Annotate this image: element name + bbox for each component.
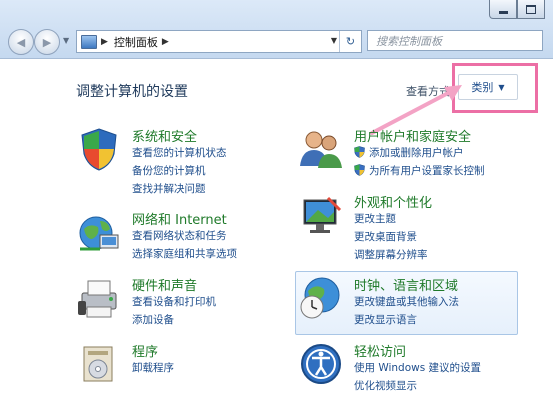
users-icon: [300, 131, 342, 168]
link-parental-controls[interactable]: 为所有用户设置家长控制: [354, 163, 485, 178]
control-panel-window: ◀ ▶ ▼ ▶ 控制面板 ▶ ▼ ↻ 搜索控制面板 调整计算机的设置 查看方式：…: [0, 0, 553, 412]
link-homegroup-sharing[interactable]: 选择家庭组和共享选项: [132, 246, 237, 261]
link-troubleshoot[interactable]: 查找并解决问题: [132, 181, 206, 196]
link-devices-printers[interactable]: 查看设备和打印机: [132, 294, 216, 309]
link-change-theme[interactable]: 更改主题: [354, 211, 396, 226]
content-pane: 调整计算机的设置 查看方式： 类别 ▼ 系统和安全 查看您的计算机状态 备份您的计…: [0, 58, 553, 412]
link-label: 添加或删除用户帐户: [369, 147, 464, 159]
link-network-status[interactable]: 查看网络状态和任务: [132, 228, 227, 243]
network-globe-icon: [79, 216, 119, 251]
caption-buttons: [489, 0, 545, 20]
refresh-icon: ↻: [345, 35, 356, 48]
link-backup-computer[interactable]: 备份您的计算机: [132, 163, 206, 178]
address-bar-row: ◀ ▶ ▼ ▶ 控制面板 ▶ ▼ ↻ 搜索控制面板: [0, 26, 553, 58]
address-dropdown-icon[interactable]: ▼: [331, 36, 337, 45]
link-change-display-language[interactable]: 更改显示语言: [354, 312, 417, 327]
dropdown-caret-icon: ▼: [498, 82, 505, 92]
view-by-value: 类别: [471, 81, 494, 94]
uac-shield-icon: [354, 146, 365, 158]
recent-pages-dropdown-icon[interactable]: ▼: [63, 36, 69, 45]
control-panel-icon: [81, 34, 97, 49]
maximize-button[interactable]: [517, 0, 545, 19]
breadcrumb-separator-icon[interactable]: ▶: [101, 37, 108, 47]
programs-icon: [83, 346, 113, 382]
category-title[interactable]: 轻松访问: [354, 341, 406, 360]
breadcrumb-separator-icon[interactable]: ▶: [162, 37, 169, 47]
printer-icon: [78, 280, 117, 318]
address-field[interactable]: ▶ 控制面板 ▶ ▼ ↻: [76, 30, 362, 53]
minimize-icon: [498, 10, 508, 14]
appearance-icon: [303, 196, 342, 233]
back-button[interactable]: ◀: [8, 29, 34, 55]
link-uninstall-program[interactable]: 卸载程序: [132, 360, 174, 375]
shield-icon: [81, 128, 117, 171]
link-change-background[interactable]: 更改桌面背景: [354, 229, 417, 244]
clock-globe-icon: [300, 277, 340, 319]
category-title[interactable]: 用户帐户和家庭安全: [354, 126, 471, 145]
view-by-dropdown[interactable]: 类别 ▼: [458, 74, 518, 100]
search-input[interactable]: 搜索控制面板: [367, 30, 543, 51]
uac-shield-icon: [354, 164, 365, 176]
link-view-computer-status[interactable]: 查看您的计算机状态: [132, 145, 227, 160]
category-title[interactable]: 时钟、语言和区域: [354, 275, 458, 294]
forward-arrow-icon: ▶: [42, 35, 52, 49]
link-change-input-method[interactable]: 更改键盘或其他输入法: [354, 294, 459, 309]
forward-button[interactable]: ▶: [34, 29, 60, 55]
category-title[interactable]: 外观和个性化: [354, 192, 432, 211]
refresh-button[interactable]: ↻: [339, 31, 361, 52]
ease-of-access-icon: [301, 344, 341, 384]
category-title[interactable]: 程序: [132, 341, 158, 360]
breadcrumb-control-panel[interactable]: 控制面板: [114, 34, 158, 50]
link-label: 为所有用户设置家长控制: [369, 165, 485, 177]
view-by-label: 查看方式：: [406, 85, 461, 98]
category-title[interactable]: 网络和 Internet: [132, 209, 227, 228]
page-title: 调整计算机的设置: [76, 84, 188, 100]
link-add-device[interactable]: 添加设备: [132, 312, 174, 327]
minimize-button[interactable]: [489, 0, 517, 19]
category-title[interactable]: 硬件和声音: [132, 275, 197, 294]
link-windows-suggested-settings[interactable]: 使用 Windows 建议的设置: [354, 360, 481, 375]
category-title[interactable]: 系统和安全: [132, 126, 197, 145]
back-arrow-icon: ◀: [16, 35, 26, 49]
link-optimize-visual-display[interactable]: 优化视频显示: [354, 378, 417, 393]
link-add-remove-accounts[interactable]: 添加或删除用户帐户: [354, 145, 464, 160]
link-screen-resolution[interactable]: 调整屏幕分辨率: [354, 247, 428, 262]
maximize-icon: [526, 4, 536, 14]
